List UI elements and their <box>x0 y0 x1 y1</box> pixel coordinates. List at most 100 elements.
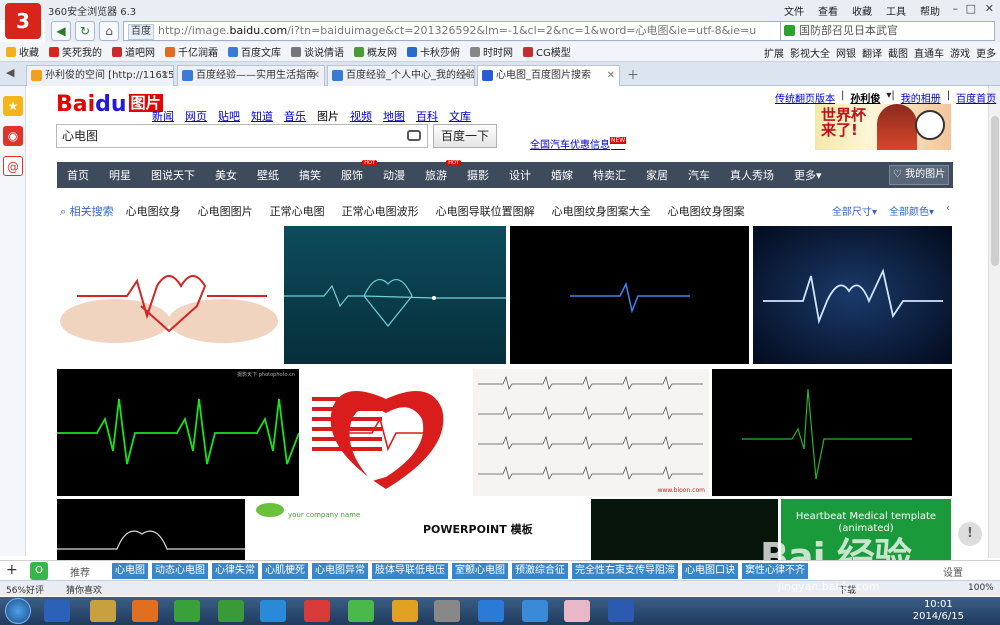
folder-icon[interactable] <box>90 600 116 622</box>
close-icon[interactable]: ✕ <box>985 2 994 15</box>
related-item[interactable]: 心电图纹身 <box>126 203 181 219</box>
weibo-icon[interactable]: ◉ <box>3 126 23 146</box>
chrome-icon[interactable] <box>392 600 418 622</box>
result-image[interactable] <box>284 226 506 364</box>
tab-scroll-left-icon[interactable]: ◀ <box>6 66 14 79</box>
tab-close-icon[interactable]: ✕ <box>607 66 615 85</box>
related-item[interactable]: 正常心电图波形 <box>342 203 419 219</box>
extension-item[interactable]: 直通车 <box>914 45 944 60</box>
baidu-home-link[interactable]: 百度首页 <box>956 90 996 105</box>
tag-item[interactable]: 动态心电图 <box>152 563 208 579</box>
extension-item[interactable]: 截图 <box>888 45 908 60</box>
tag-item[interactable]: 肢体导联低电压 <box>372 563 448 579</box>
tag-item[interactable]: 室颤心电图 <box>452 563 508 579</box>
nav-music[interactable]: 音乐 <box>284 108 306 124</box>
search-engine-badge[interactable]: 百度 <box>128 24 154 40</box>
result-image[interactable] <box>302 369 470 496</box>
related-item[interactable]: 心电图导联位置图解 <box>436 203 535 219</box>
browser-search-input[interactable]: 国防部召见日本武官 <box>780 21 995 41</box>
minimize-icon[interactable]: – <box>953 2 959 15</box>
extension-item[interactable]: 网银 <box>836 45 856 60</box>
category-item[interactable]: 搞笑 <box>299 167 321 183</box>
taskbar-app-icon[interactable] <box>304 600 330 622</box>
category-item[interactable]: 旅游 HOT <box>425 160 461 183</box>
category-item[interactable]: 真人秀场 <box>730 167 774 183</box>
menu-tools[interactable]: 工具 <box>886 3 906 18</box>
search-button[interactable]: 百度一下 <box>433 124 497 148</box>
result-image[interactable] <box>510 226 749 364</box>
category-item[interactable]: 明星 <box>109 167 131 183</box>
category-item[interactable]: 汽车 <box>688 167 710 183</box>
feedback-icon[interactable]: ! <box>958 522 982 546</box>
extension-item[interactable]: 翻译 <box>862 45 882 60</box>
result-image[interactable] <box>57 226 281 364</box>
size-filter[interactable]: 全部尺寸▾ <box>832 203 877 218</box>
menu-help[interactable]: 帮助 <box>920 3 940 18</box>
category-item[interactable]: 壁纸 <box>257 167 279 183</box>
clock[interactable]: 10:01 2014/6/15 <box>913 599 964 623</box>
baidu-logo[interactable]: Baidu 图片 <box>56 92 163 117</box>
category-item[interactable]: 特卖汇 <box>593 167 626 183</box>
result-image[interactable] <box>57 499 245 560</box>
address-bar[interactable]: 百度 http://image.baidu.com/i?tn=baiduimage… <box>123 21 813 41</box>
my-pictures-button[interactable]: ♡ 我的图片 <box>889 165 949 185</box>
camera-icon[interactable] <box>407 130 421 141</box>
refresh-icon[interactable]: ↻ <box>75 21 95 41</box>
related-item[interactable]: 心电图纹身图案 <box>668 203 745 219</box>
taskbar-app-icon[interactable] <box>564 600 590 622</box>
favorites-item[interactable]: 百度文库 <box>228 44 281 59</box>
related-item[interactable]: 正常心电图 <box>270 203 325 219</box>
category-item[interactable]: 图说天下 <box>151 167 195 183</box>
favorites-item[interactable]: CG模型 <box>523 44 571 59</box>
my-album-link[interactable]: 我的相册 <box>901 90 941 105</box>
category-item[interactable]: 婚嫁 <box>551 167 573 183</box>
nav-wenku[interactable]: 文库 <box>449 108 471 124</box>
security-icon[interactable] <box>218 600 244 622</box>
back-icon[interactable]: ◀ <box>51 21 71 41</box>
tag-item[interactable]: 心电图 <box>112 563 148 579</box>
extension-item[interactable]: 更多 <box>976 45 996 60</box>
nav-web[interactable]: 网页 <box>185 108 207 124</box>
extension-item[interactable]: 扩展 <box>764 45 784 60</box>
username-link[interactable]: 孙利俊 <box>850 90 880 105</box>
add-icon[interactable]: + <box>6 562 18 578</box>
start-button[interactable] <box>5 598 31 624</box>
collapse-icon[interactable]: ‹ <box>946 203 950 218</box>
menu-file[interactable]: 文件 <box>784 3 804 18</box>
category-item[interactable]: 首页 <box>67 167 89 183</box>
nav-zhidao[interactable]: 知道 <box>251 108 273 124</box>
result-image[interactable] <box>753 226 952 364</box>
favorites-item[interactable]: 笑死我的 <box>49 44 102 59</box>
worldcup-banner[interactable]: 世界杯来了! <box>815 104 951 150</box>
category-item[interactable]: 摄影 <box>467 167 489 183</box>
mail-icon[interactable]: @ <box>3 156 23 176</box>
tab-close-icon[interactable]: ✕ <box>161 66 169 85</box>
scroll-thumb[interactable] <box>991 116 999 266</box>
tag-item[interactable]: 心肌梗死 <box>262 563 308 579</box>
taskbar-app-icon[interactable] <box>174 600 200 622</box>
tag-item[interactable]: 心电图口诀 <box>682 563 738 579</box>
related-item[interactable]: 心电图图片 <box>198 203 253 219</box>
extension-item[interactable]: 游戏 <box>950 45 970 60</box>
result-image[interactable]: your company name POWERPOINT 模板 <box>248 499 588 560</box>
tab-jingyan[interactable]: 百度经验——实用生活指南 ✕ <box>177 65 325 86</box>
taskbar-app-icon[interactable] <box>44 600 70 622</box>
new-tab-icon[interactable]: ＋ <box>627 66 639 83</box>
media-player-icon[interactable] <box>132 600 158 622</box>
nav-map[interactable]: 地图 <box>383 108 405 124</box>
favorites-item[interactable]: 收藏 <box>6 44 39 59</box>
related-item[interactable]: 心电图纹身图案大全 <box>552 203 651 219</box>
image-search-input[interactable]: 心电图 <box>56 124 428 148</box>
home-icon[interactable]: ⌂ <box>99 21 119 41</box>
rating-status[interactable]: 56%好评 <box>6 583 44 596</box>
tab-qzone[interactable]: 孙利俊的空间 [http://116158 ✕ <box>26 65 174 86</box>
result-image[interactable] <box>591 499 778 560</box>
film-icon[interactable] <box>434 600 460 622</box>
category-more[interactable]: 更多▾ <box>794 167 822 183</box>
favorites-item[interactable]: 道吧网 <box>112 44 155 59</box>
word-icon[interactable] <box>608 600 634 622</box>
tab-close-icon[interactable]: ✕ <box>312 66 320 85</box>
category-item[interactable]: 家居 <box>646 167 668 183</box>
extension-item[interactable]: 影视大全 <box>790 45 830 60</box>
nav-tieba[interactable]: 贴吧 <box>218 108 240 124</box>
